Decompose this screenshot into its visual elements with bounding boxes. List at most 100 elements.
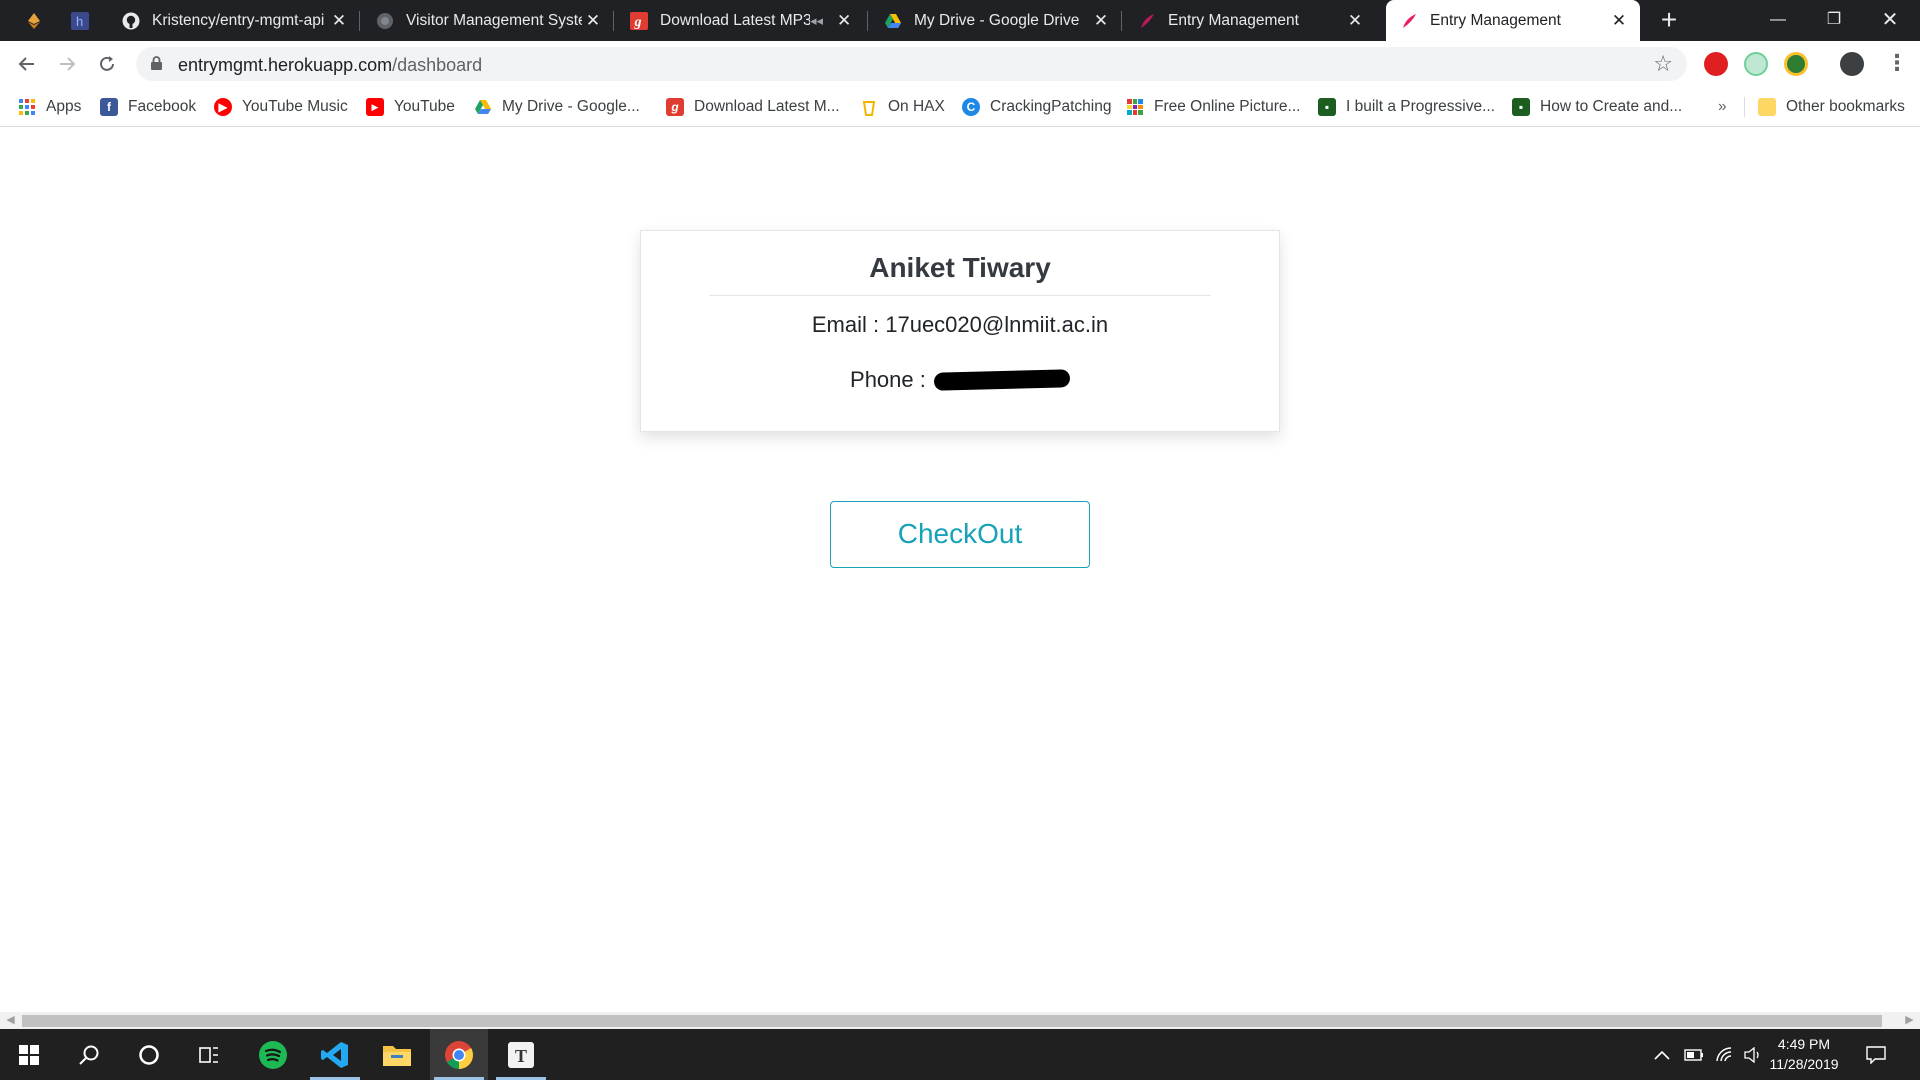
code-icon: ▪ — [1318, 98, 1336, 116]
tab-github[interactable]: Kristency/entry-mgmt-api ✕ — [108, 0, 360, 41]
bookmark-label: Facebook — [128, 98, 197, 115]
bookmark-free-online-picture[interactable]: Free Online Picture... — [1126, 87, 1300, 127]
forward-button[interactable] — [52, 49, 82, 79]
battery-status[interactable] — [1684, 1029, 1704, 1080]
minimize-button[interactable]: — — [1750, 0, 1806, 41]
bookmark-youtube-music[interactable]: ▶ YouTube Music — [214, 87, 348, 127]
clock-time: 4:49 PM — [1777, 1036, 1831, 1052]
restore-button[interactable]: ❐ — [1806, 0, 1862, 41]
cortana-button[interactable] — [120, 1029, 178, 1080]
scroll-left-arrow-icon[interactable]: ◀ — [2, 1012, 19, 1029]
svg-text:h: h — [76, 14, 83, 29]
bookmark-label: My Drive - Google... — [502, 98, 640, 115]
search-button[interactable] — [60, 1029, 118, 1080]
tab-title: Kristency/entry-mgmt-api — [152, 11, 325, 29]
profile-avatar[interactable] — [1840, 52, 1864, 76]
tab-title: Entry Management — [1430, 11, 1561, 29]
phone-redaction-mark — [933, 369, 1071, 391]
bookmark-youtube[interactable]: ▶ YouTube — [366, 87, 455, 127]
bookmarks-divider — [1744, 97, 1745, 117]
address-bar[interactable]: entrymgmt.herokuapp.com/dashboard ☆ — [136, 47, 1687, 81]
tab-strip: h Kristency/entry-mgmt-api ✕ Visitor Man… — [0, 0, 1920, 41]
globe-icon — [376, 12, 394, 30]
bookmark-download-mp3[interactable]: g Download Latest M... — [666, 87, 840, 127]
tab-separator — [359, 11, 360, 31]
start-button[interactable] — [0, 1029, 58, 1080]
bookmarks-overflow-button[interactable]: » — [1718, 87, 1727, 127]
svg-text:T: T — [515, 1046, 527, 1066]
vscode-app[interactable] — [306, 1029, 364, 1080]
timer-extension-icon[interactable] — [1744, 52, 1768, 76]
action-center-button[interactable] — [1866, 1029, 1886, 1080]
cp-icon: C — [962, 98, 980, 116]
tab-entry-management[interactable]: Entry Management ✕ — [1124, 0, 1376, 41]
pinned-tab-ethereum[interactable] — [14, 0, 54, 41]
bookmark-how-to-create[interactable]: ▪ How to Create and... — [1512, 87, 1682, 127]
windows-logo-icon — [19, 1044, 39, 1065]
close-tab-icon[interactable]: ✕ — [1608, 11, 1630, 31]
menu-kebab-icon[interactable]: ⋮ — [1886, 50, 1908, 76]
tab-download-mp3[interactable]: g Download Latest MP3 ◂◂ ✕ — [616, 0, 868, 41]
bookmark-crackingpatching[interactable]: C CrackingPatching — [962, 87, 1111, 127]
volume-control[interactable] — [1744, 1029, 1762, 1080]
profile-name: Aniket Tiwary — [869, 252, 1051, 283]
bookmark-label: How to Create and... — [1540, 98, 1683, 115]
typora-app[interactable]: T — [492, 1029, 550, 1080]
svg-text:g: g — [634, 15, 642, 30]
email-row: Email : 17uec020@lnmiit.ac.in — [641, 310, 1279, 340]
chrome-app[interactable] — [430, 1029, 488, 1080]
g-icon: g — [666, 98, 684, 116]
bookmark-google-drive[interactable]: My Drive - Google... — [474, 87, 640, 127]
task-view-button[interactable] — [180, 1029, 238, 1080]
opera-extension-icon[interactable] — [1704, 52, 1728, 76]
bookmark-other[interactable]: Other bookmarks — [1758, 87, 1905, 127]
tab-title: Entry Management — [1168, 11, 1299, 29]
bookmark-apps[interactable]: Apps — [18, 87, 81, 127]
spotify-app[interactable] — [244, 1029, 302, 1080]
new-tab-button[interactable]: + — [1656, 0, 1682, 41]
checkout-button[interactable]: CheckOut — [830, 501, 1090, 568]
wifi-status[interactable] — [1716, 1029, 1734, 1080]
tab-visitor-management[interactable]: Visitor Management System ✕ — [362, 0, 614, 41]
horizontal-scrollbar[interactable]: ◀ ▶ — [0, 1012, 1920, 1029]
close-tab-icon[interactable]: ✕ — [582, 11, 604, 31]
bookmark-label: On HAX — [888, 98, 945, 115]
search-icon — [79, 1045, 99, 1065]
youtube-music-icon: ▶ — [214, 98, 232, 116]
pinned-tab-square[interactable]: h — [60, 0, 100, 41]
globe-extension-icon[interactable] — [1784, 52, 1808, 76]
tab-entry-management-active[interactable]: Entry Management ✕ — [1386, 0, 1640, 41]
bookmark-label: YouTube — [394, 98, 455, 115]
reload-icon — [100, 56, 114, 71]
bookmark-star-icon[interactable]: ☆ — [1653, 51, 1673, 77]
reload-button[interactable] — [92, 49, 122, 79]
tab-title: Download Latest MP3 — [660, 11, 810, 29]
bookmark-progressive[interactable]: ▪ I built a Progressive... — [1318, 87, 1495, 127]
task-view-icon — [199, 1046, 218, 1063]
phone-row: Phone : — [641, 365, 1279, 395]
ethereum-icon — [28, 12, 40, 29]
speaker-icon — [1744, 1046, 1759, 1063]
scrollbar-thumb[interactable] — [22, 1015, 1882, 1027]
bookmark-label: I built a Progressive... — [1346, 98, 1496, 115]
close-tab-icon[interactable]: ✕ — [328, 11, 350, 31]
close-window-button[interactable]: ✕ — [1862, 0, 1918, 41]
close-tab-icon[interactable]: ✕ — [833, 11, 855, 31]
bookmark-facebook[interactable]: f Facebook — [100, 87, 196, 127]
spotify-icon — [259, 1040, 287, 1069]
scroll-right-arrow-icon[interactable]: ▶ — [1901, 1012, 1918, 1029]
facebook-icon: f — [100, 98, 118, 116]
chrome-icon — [445, 1040, 473, 1069]
file-explorer-app[interactable] — [368, 1029, 426, 1080]
taskbar-clock[interactable]: 4:49 PM 11/28/2019 — [1766, 1034, 1842, 1074]
show-hidden-icons-button[interactable] — [1654, 1029, 1670, 1080]
clock-date: 11/28/2019 — [1769, 1056, 1839, 1072]
tab-google-drive[interactable]: My Drive - Google Drive ✕ — [870, 0, 1122, 41]
square-logo-icon: h — [71, 11, 89, 30]
close-tab-icon[interactable]: ✕ — [1344, 11, 1366, 31]
back-button[interactable] — [12, 49, 42, 79]
bookmark-on-hax[interactable]: On HAX — [860, 87, 945, 127]
muted-audio-icon[interactable]: ◂◂ — [810, 13, 823, 29]
close-tab-icon[interactable]: ✕ — [1090, 11, 1112, 31]
apps-grid-icon — [18, 98, 36, 116]
